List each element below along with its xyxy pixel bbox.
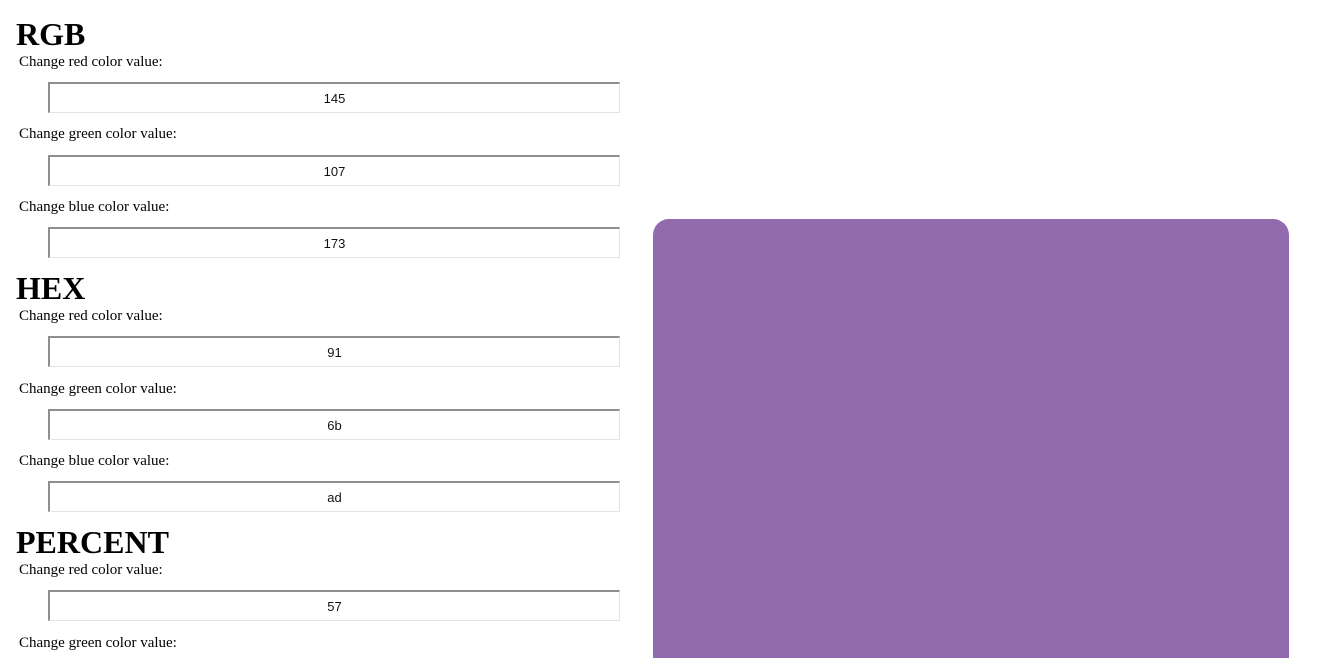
rgb-green-label: Change green color value: [19, 126, 177, 142]
percent-red-label: Change red color value: [19, 562, 163, 578]
hex-blue-label: Change blue color value: [19, 453, 170, 469]
hex-blue-input[interactable] [48, 481, 620, 512]
hex-green-input[interactable] [48, 409, 620, 440]
hex-red-input[interactable] [48, 336, 620, 367]
rgb-blue-label: Change blue color value: [19, 199, 170, 215]
percent-section-title: PERCENT [16, 524, 169, 560]
hex-section-title: HEX [16, 270, 86, 306]
rgb-blue-input[interactable] [48, 227, 620, 258]
hex-red-label: Change red color value: [19, 308, 163, 324]
rgb-red-input[interactable] [48, 82, 620, 113]
rgb-green-input[interactable] [48, 155, 620, 186]
color-controls-panel: RGB Change red color value: Change green… [0, 0, 640, 658]
rgb-red-label: Change red color value: [19, 54, 163, 70]
percent-red-input[interactable] [48, 590, 620, 621]
hex-green-label: Change green color value: [19, 381, 177, 397]
rgb-section-title: RGB [16, 16, 86, 52]
color-preview-swatch [653, 219, 1289, 658]
percent-green-label: Change green color value: [19, 635, 177, 651]
